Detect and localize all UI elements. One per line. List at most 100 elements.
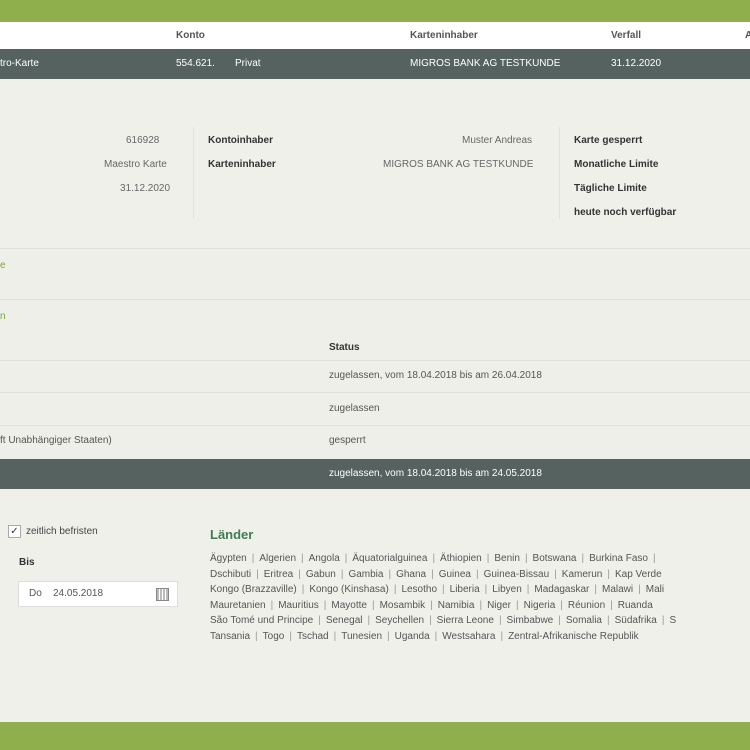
country-item[interactable]: Togo [263, 631, 285, 642]
country-item[interactable]: Kap Verde [615, 569, 662, 580]
country-item[interactable]: Äquatorialguinea [352, 553, 427, 564]
country-item[interactable]: Lesotho [401, 584, 437, 595]
country-item[interactable]: Ruanda [618, 600, 653, 611]
separator: | [388, 568, 392, 580]
status-header: Status [329, 342, 360, 353]
country-item[interactable]: Uganda [395, 631, 430, 642]
country-row: Tansania | Togo | Tschad | Tunesien | Uganda | Wes… [210, 629, 750, 645]
status-row-2[interactable]: zugelassen [329, 403, 380, 414]
country-item[interactable]: Senegal [326, 615, 363, 626]
edit-section: ✓ zeitlich befristen Bis Do 24.05.2018 L… [0, 489, 750, 722]
country-item[interactable]: Namibia [438, 600, 475, 611]
kontoinhaber-value: Muster Andreas [462, 135, 533, 146]
country-item[interactable]: Ägypten [210, 553, 247, 564]
selected-status-row[interactable]: zugelassen, vom 18.04.2018 bis am 24.05.… [0, 459, 750, 489]
countries-title: Länder [210, 527, 254, 542]
country-item[interactable]: Algerien [259, 553, 296, 564]
country-item[interactable]: Mosambik [380, 600, 426, 611]
country-item[interactable]: Gambia [348, 569, 383, 580]
country-item[interactable]: Ghana [396, 569, 426, 580]
bis-date-value: 24.05.2018 [53, 588, 104, 599]
country-item[interactable]: Gabun [306, 569, 336, 580]
separator: | [486, 553, 490, 564]
country-row: São Tomé und Principe | Senegal | Seychellen… [210, 613, 750, 629]
row-divider [0, 360, 750, 361]
country-item[interactable]: Liberia [450, 584, 480, 595]
calendar-icon[interactable] [156, 588, 169, 601]
separator: | [653, 553, 656, 564]
country-item[interactable]: Nigeria [524, 600, 556, 611]
separator: | [393, 584, 397, 595]
taegliche-limite-label: Tägliche Limite [574, 183, 647, 194]
country-item[interactable]: Tunesien [341, 631, 382, 642]
kontoinhaber-label: Kontoinhaber [208, 135, 273, 146]
status-row-1[interactable]: zugelassen, vom 18.04.2018 bis am 26.04.… [329, 370, 542, 381]
country-item[interactable]: Réunion [568, 600, 605, 611]
separator: | [442, 584, 445, 595]
row-divider [0, 425, 750, 426]
separator: | [301, 584, 305, 595]
country-item[interactable]: Kamerun [562, 569, 603, 580]
header-konto: Konto [176, 30, 205, 41]
country-item[interactable]: Äthiopien [440, 553, 482, 564]
country-item[interactable]: Kongo (Kinshasa) [309, 584, 389, 595]
country-item[interactable]: Simbabwe [507, 615, 554, 626]
section-link-2[interactable]: n [0, 311, 6, 322]
bis-date-input[interactable]: Do 24.05.2018 [18, 581, 178, 607]
country-item[interactable]: Mauretanien [210, 600, 266, 611]
separator: | [498, 615, 502, 626]
country-item[interactable]: Libyen [492, 584, 521, 595]
country-item[interactable]: Tansania [210, 631, 250, 642]
country-item[interactable]: Westsahara [442, 631, 495, 642]
country-item[interactable]: Seychellen [375, 615, 424, 626]
country-item[interactable]: Mayotte [331, 600, 367, 611]
separator: | [607, 568, 610, 580]
country-item[interactable]: Mauritius [278, 600, 319, 611]
country-item[interactable]: Benin [494, 553, 520, 564]
separator: | [434, 630, 438, 642]
karteninhaber-value: MIGROS BANK AG TESTKUNDE [383, 159, 534, 170]
country-item[interactable]: Dschibuti [210, 569, 251, 580]
time-limit-checkbox[interactable]: ✓ [8, 525, 21, 538]
country-item[interactable]: Kongo (Brazzaville) [210, 584, 297, 595]
country-item[interactable]: Zentral-Afrikanische Republik [508, 631, 639, 642]
country-item[interactable]: Tschad [297, 631, 329, 642]
country-list: Ägypten | Algerien | Angola | Äquatorialguinea… [210, 551, 750, 644]
separator: | [500, 630, 504, 642]
country-item[interactable]: Malawi [602, 584, 633, 595]
country-item[interactable]: Angola [309, 553, 340, 564]
section-link-1[interactable]: e [0, 260, 6, 271]
country-item[interactable]: Sierra Leone [437, 615, 494, 626]
divider [193, 127, 194, 219]
status-row-3[interactable]: gesperrt [329, 435, 366, 446]
country-item[interactable]: Eritrea [264, 569, 293, 580]
separator: | [333, 630, 337, 642]
card-type: tro-Karte [0, 58, 39, 69]
separator: | [638, 584, 641, 595]
country-item[interactable]: Botswana [533, 553, 577, 564]
separator: | [515, 599, 519, 611]
card-expiry: 31.12.2020 [611, 58, 662, 69]
region-row-3[interactable]: ft Unabhängiger Staaten) [0, 435, 112, 446]
card-detail-section: 616928 Maestro Karte 31.12.2020 Kontoinh… [0, 79, 750, 249]
country-item[interactable]: Niger [487, 600, 511, 611]
separator: | [661, 615, 665, 626]
verfuegbar-label: heute noch verfügbar [574, 207, 677, 218]
country-item[interactable]: São Tomé und Principe [210, 615, 313, 626]
card-konto: 554.621. [176, 58, 215, 69]
country-item[interactable]: Somalia [566, 615, 602, 626]
selected-card-row[interactable]: tro-Karte 554.621. Privat MIGROS BANK AG… [0, 49, 750, 79]
separator: | [560, 599, 563, 611]
separator: | [432, 553, 436, 564]
monatliche-limite-label: Monatliche Limite [574, 159, 659, 170]
country-item[interactable]: S [669, 615, 676, 626]
country-item[interactable]: Mali [646, 584, 664, 595]
country-item[interactable]: Südafrika [615, 615, 657, 626]
country-item[interactable]: Madagaskar [534, 584, 589, 595]
country-item[interactable]: Burkina Faso [589, 553, 648, 564]
country-item[interactable]: Guinea [439, 569, 471, 580]
separator: | [301, 553, 304, 564]
country-item[interactable]: Guinea-Bissau [484, 569, 550, 580]
separator: | [607, 615, 610, 626]
table-header: Konto Karteninhaber Verfall A [0, 22, 750, 49]
